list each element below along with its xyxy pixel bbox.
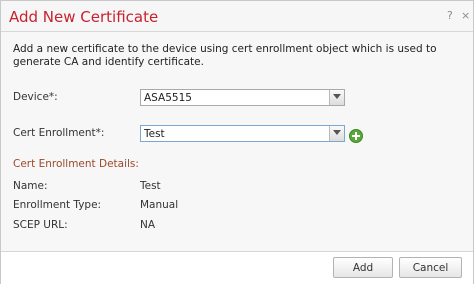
add-certificate-dialog: Add New Certificate ? × Add a new certif… [0, 0, 474, 284]
add-cert-enrollment-icon[interactable] [349, 129, 363, 143]
name-label: Name: [13, 180, 48, 192]
chevron-down-icon [333, 130, 341, 135]
name-value: Test [140, 180, 161, 192]
device-select-value: ASA5515 [144, 92, 192, 104]
cert-enrollment-select-value: Test [144, 128, 165, 140]
cert-enrollment-label: Cert Enrollment*: [13, 127, 105, 139]
device-label: Device*: [13, 91, 58, 103]
device-select[interactable]: ASA5515 [140, 89, 345, 106]
help-icon[interactable]: ? [447, 10, 453, 22]
device-dropdown-button[interactable] [329, 90, 344, 105]
dialog-body: Add a new certificate to the device usin… [1, 32, 473, 251]
dialog-description: Add a new certificate to the device usin… [13, 43, 437, 68]
scep-url-label: SCEP URL: [13, 219, 68, 231]
scep-url-value: NA [140, 219, 156, 231]
cert-enrollment-select[interactable]: Test [140, 125, 345, 142]
chevron-down-icon [333, 94, 341, 99]
cert-enrollment-details-title: Cert Enrollment Details: [13, 158, 139, 170]
cert-enrollment-dropdown-button[interactable] [329, 126, 344, 141]
add-button[interactable]: Add [333, 257, 393, 278]
dialog-footer: Add Cancel [1, 251, 473, 284]
enrollment-type-value: Manual [140, 199, 179, 211]
close-icon[interactable]: × [461, 10, 470, 22]
dialog-titlebar: Add New Certificate ? × [1, 1, 473, 32]
dialog-title: Add New Certificate [9, 8, 159, 26]
enrollment-type-label: Enrollment Type: [13, 199, 102, 211]
cancel-button[interactable]: Cancel [399, 257, 462, 278]
